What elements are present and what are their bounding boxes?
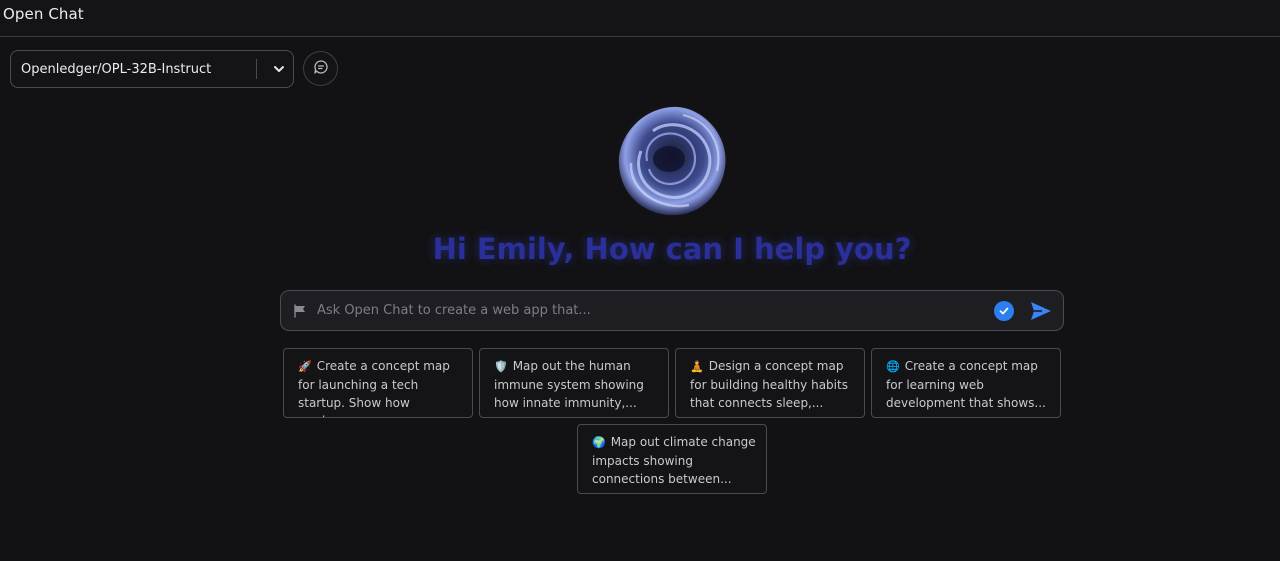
suggestion-line: for learning web bbox=[886, 378, 984, 392]
suggestion-line: 🚀 Create a concept map bbox=[298, 359, 450, 373]
title-bar: Open Chat bbox=[0, 0, 1280, 37]
suggestion-line: how innate immunity,... bbox=[494, 396, 637, 410]
chevron-down-icon[interactable] bbox=[265, 51, 293, 87]
suggestion-card-3[interactable]: 🧘 Design a concept map for building healt… bbox=[675, 348, 865, 418]
suggestion-line: immune system showing bbox=[494, 378, 644, 392]
meditation-icon: 🧘 bbox=[690, 360, 704, 373]
new-chat-button[interactable] bbox=[303, 51, 338, 86]
model-selector[interactable]: Openledger/OPL-32B-Instruct bbox=[10, 50, 294, 88]
flag-icon bbox=[290, 301, 310, 321]
shield-icon: 🛡️ bbox=[494, 360, 508, 373]
greeting-heading: Hi Emily, How can I help you? bbox=[432, 232, 912, 266]
suggestion-card-4[interactable]: 🌐 Create a concept map for learning web d… bbox=[871, 348, 1061, 418]
prompt-bar bbox=[280, 290, 1064, 331]
rocket-icon: 🚀 bbox=[298, 360, 312, 373]
suggestion-card-1[interactable]: 🚀 Create a concept map for launching a te… bbox=[283, 348, 473, 418]
model-selector-value: Openledger/OPL-32B-Instruct bbox=[21, 61, 212, 77]
suggestion-line: 🛡️ Map out the human bbox=[494, 359, 631, 373]
suggestion-line: for launching a tech bbox=[298, 378, 419, 392]
prompt-input[interactable] bbox=[315, 302, 994, 319]
suggestion-line: startup. Show how marke... bbox=[298, 396, 410, 417]
check-circle-icon[interactable] bbox=[994, 300, 1014, 321]
suggestion-card-5[interactable]: 🌍 Map out climate change impacts showing … bbox=[577, 424, 767, 494]
send-icon bbox=[1031, 301, 1051, 320]
suggestion-card-2[interactable]: 🛡️ Map out the human immune system showin… bbox=[479, 348, 669, 418]
suggestion-line: connections between... bbox=[592, 472, 732, 486]
suggestion-line: 🌍 Map out climate change bbox=[592, 435, 756, 449]
suggestion-line: 🌐 Create a concept map bbox=[886, 359, 1038, 373]
suggestion-line: for building healthy habits bbox=[690, 378, 848, 392]
send-button[interactable] bbox=[1027, 297, 1055, 325]
open-chat-window: Open Chat Openledger/OPL-32B-Instruct Hi… bbox=[0, 0, 1280, 561]
suggestion-line: development that shows... bbox=[886, 396, 1046, 410]
assistant-orb bbox=[613, 101, 731, 219]
globe-icon: 🌐 bbox=[886, 360, 900, 373]
model-selector-divider bbox=[256, 59, 257, 79]
earth-icon: 🌍 bbox=[592, 436, 606, 449]
suggestion-line: that connects sleep,... bbox=[690, 396, 824, 410]
suggestion-line: impacts showing bbox=[592, 454, 693, 468]
app-title: Open Chat bbox=[3, 5, 84, 23]
suggestion-line: 🧘 Design a concept map bbox=[690, 359, 844, 373]
chat-bubble-icon bbox=[313, 59, 329, 79]
